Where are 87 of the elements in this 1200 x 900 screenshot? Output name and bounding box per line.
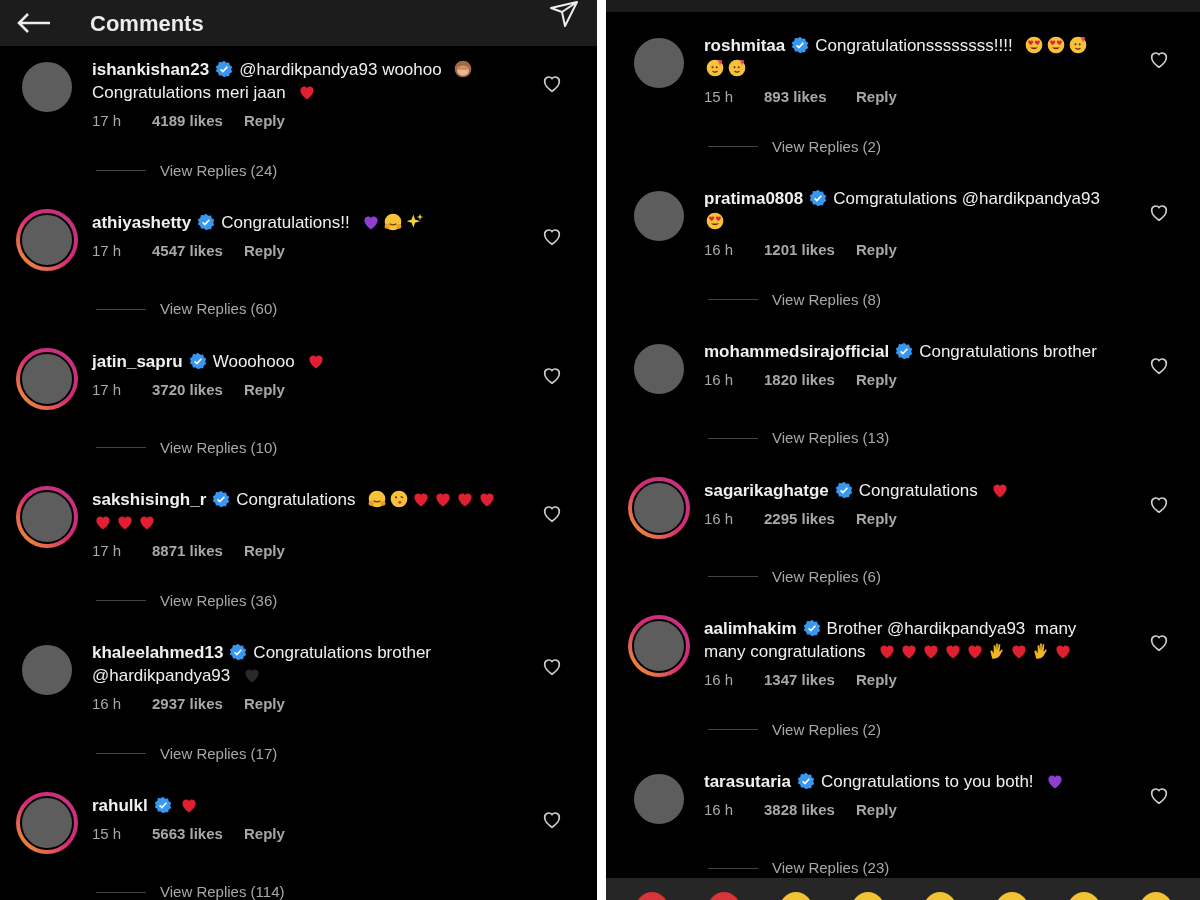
like-count[interactable]: 4189 likes	[152, 110, 244, 133]
comment-text: Wooohooo	[212, 351, 295, 371]
like-count[interactable]: 8871 likes	[152, 540, 244, 563]
view-replies-link[interactable]: View Replies (60)	[160, 298, 278, 321]
username[interactable]: tarasutaria	[704, 772, 791, 791]
view-replies-link[interactable]: View Replies (36)	[160, 589, 278, 612]
username[interactable]: sakshisingh_r	[92, 490, 207, 509]
reply-button[interactable]: Reply	[856, 86, 897, 109]
comment-time: 16 h	[704, 370, 735, 390]
comment-text: Brother @hardikpandya93 many	[826, 619, 1077, 638]
back-arrow-icon	[16, 12, 52, 34]
reply-button[interactable]: Reply	[244, 240, 285, 263]
like-count[interactable]: 2937 likes	[152, 693, 244, 716]
party-face-emoji-icon	[727, 58, 747, 78]
username[interactable]: athiyashetty	[92, 213, 192, 232]
like-count[interactable]: 1820 likes	[764, 369, 856, 392]
hugging-face-emoji-icon	[367, 489, 388, 509]
username[interactable]: mohammedsirajofficial	[704, 342, 890, 361]
header-title: Comments	[90, 9, 204, 38]
send-icon	[549, 0, 579, 28]
like-count[interactable]: 4547 likes	[152, 240, 244, 263]
comment-time: 17 h	[92, 541, 123, 561]
comment-text: Comgratulations @hardikpandya93	[833, 189, 1100, 208]
like-count[interactable]: 2295 likes	[764, 507, 856, 530]
comment-text: @hardikpandya93 woohoo	[239, 60, 442, 79]
comment-text: Congratulationssssssss!!!!	[815, 36, 1013, 55]
hugging-face-emoji-icon	[383, 212, 404, 232]
reply-button[interactable]: Reply	[856, 507, 897, 530]
comment-time: 16 h	[92, 694, 123, 714]
like-count[interactable]: 1201 likes	[764, 239, 856, 262]
view-replies-link[interactable]: View Replies (6)	[772, 565, 881, 588]
comment-text: Congratulations brother	[919, 342, 1097, 361]
comment-text: Congratulations to you both!	[820, 772, 1034, 791]
comment-text: Congratulations	[236, 490, 356, 509]
reply-button[interactable]: Reply	[244, 823, 285, 846]
reply-button[interactable]: Reply	[856, 369, 897, 392]
comment-text: Congratulations!!	[221, 213, 350, 232]
like-count[interactable]: 3828 likes	[764, 799, 856, 822]
view-replies-link[interactable]: View Replies (2)	[772, 135, 881, 158]
like-count[interactable]: 893 likes	[764, 86, 856, 109]
comment-time: 17 h	[92, 241, 123, 261]
view-replies-link[interactable]: View Replies (8)	[772, 288, 881, 311]
username[interactable]: roshmitaa	[704, 36, 786, 55]
comment-time: 15 h	[704, 87, 735, 107]
like-count[interactable]: 5663 likes	[152, 823, 244, 846]
heart-eyes-emoji-icon	[1046, 35, 1067, 55]
username[interactable]: ishankishan23	[92, 60, 210, 79]
view-replies-link[interactable]: View Replies (23)	[772, 857, 890, 878]
reply-button[interactable]: Reply	[244, 540, 285, 563]
reply-button[interactable]: Reply	[856, 669, 897, 692]
like-count[interactable]: 1347 likes	[764, 669, 856, 692]
party-face-emoji-icon	[1068, 35, 1089, 55]
view-replies-link[interactable]: View Replies (24)	[160, 159, 278, 182]
comment-text: Congratulations	[858, 480, 978, 500]
reply-button[interactable]: Reply	[856, 239, 897, 262]
username[interactable]: sagarikaghatge	[704, 480, 829, 500]
comment-text: @hardikpandya93	[92, 666, 231, 685]
like-count[interactable]: 3720 likes	[152, 378, 244, 401]
username[interactable]: pratima0808	[704, 189, 804, 208]
comment-text: Congratulations meri jaan	[92, 83, 286, 102]
comment-text: Congratulations brother	[253, 643, 432, 662]
reply-button[interactable]: Reply	[244, 693, 285, 716]
comment-time: 16 h	[704, 508, 735, 529]
party-face-emoji-icon	[705, 58, 725, 78]
comment-text: many congratulations	[704, 642, 866, 661]
view-replies-link[interactable]: View Replies (13)	[772, 427, 890, 450]
reply-button[interactable]: Reply	[244, 378, 285, 401]
reply-button[interactable]: Reply	[244, 110, 285, 133]
kissing-face-emoji-icon	[389, 489, 410, 509]
username[interactable]: rahulkl	[92, 796, 148, 815]
heart-eyes-emoji-icon	[1024, 35, 1045, 55]
username[interactable]: khaleelahmed13	[92, 643, 224, 662]
comment-time: 17 h	[92, 111, 123, 131]
view-replies-link[interactable]: View Replies (2)	[772, 718, 881, 741]
comment-time: 15 h	[92, 824, 123, 844]
view-replies-link[interactable]: View Replies (10)	[160, 436, 278, 459]
view-replies-link[interactable]: View Replies (17)	[160, 742, 278, 765]
comment-time: 16 h	[704, 800, 735, 820]
view-replies-link[interactable]: View Replies (114)	[160, 881, 285, 900]
comment-time: 16 h	[704, 670, 735, 690]
username[interactable]: jatin_sapru	[92, 351, 183, 371]
heart-eyes-emoji-icon	[705, 211, 725, 231]
comment-time: 17 h	[92, 379, 123, 400]
comment-time: 16 h	[704, 240, 735, 260]
monkey-emoji-icon	[453, 59, 474, 79]
username[interactable]: aalimhakim	[704, 619, 797, 638]
reply-button[interactable]: Reply	[856, 799, 897, 822]
